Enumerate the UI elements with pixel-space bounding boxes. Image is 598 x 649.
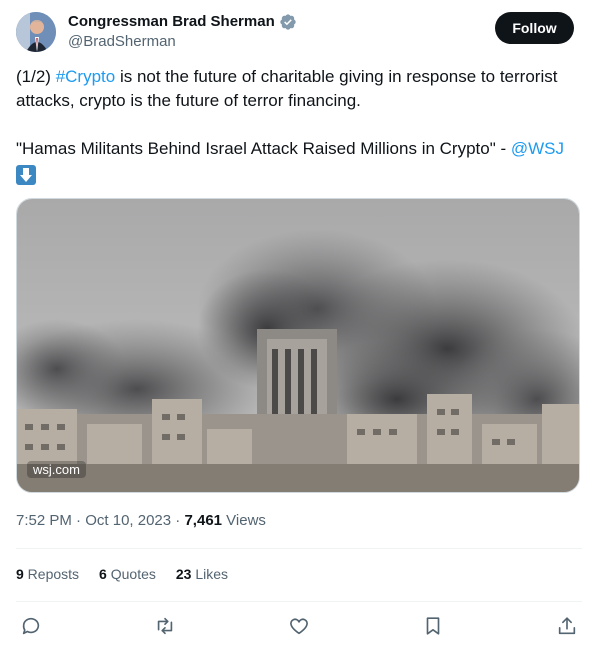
likes-stat[interactable]: 23 Likes <box>176 564 228 584</box>
reply-icon[interactable] <box>17 612 45 640</box>
smoke-city-image <box>17 199 579 492</box>
divider <box>16 548 582 549</box>
tweet-paragraph-1: (1/2) #Crypto is not the future of chari… <box>16 65 586 113</box>
share-icon[interactable] <box>553 612 581 640</box>
quotes-stat[interactable]: 6 Quotes <box>99 564 156 584</box>
likes-label: Likes <box>191 566 229 582</box>
bookmark-icon[interactable] <box>419 612 447 640</box>
hashtag-link[interactable]: #Crypto <box>56 67 116 86</box>
engagement-stats: 9 Reposts 6 Quotes 23 Likes <box>16 564 228 584</box>
tweet-time[interactable]: 7:52 PM <box>16 512 72 529</box>
meta-separator: · <box>171 512 185 529</box>
reposts-label: Reposts <box>23 566 80 582</box>
heart-icon[interactable] <box>285 612 313 640</box>
tweet-paragraph-2: "Hamas Militants Behind Israel Attack Ra… <box>16 137 586 188</box>
tweet-prefix: (1/2) <box>16 67 56 86</box>
tweet-text: (1/2) #Crypto is not the future of chari… <box>16 65 586 188</box>
avatar[interactable] <box>16 12 56 52</box>
mention-link[interactable]: @WSJ <box>511 139 564 158</box>
verified-badge-icon <box>279 13 297 31</box>
quotes-label: Quotes <box>106 566 156 582</box>
likes-count: 23 <box>175 566 192 582</box>
views-count: 7,461 <box>184 512 223 529</box>
repost-icon[interactable] <box>151 612 179 640</box>
action-bar <box>16 612 582 640</box>
reposts-stat[interactable]: 9 Reposts <box>16 564 79 584</box>
author-handle[interactable]: @BradSherman <box>68 32 176 52</box>
reposts-count: 9 <box>16 566 24 582</box>
quote-text: "Hamas Militants Behind Israel Attack Ra… <box>16 139 511 158</box>
author-name[interactable]: Congressman Brad Sherman <box>68 12 275 32</box>
divider <box>16 601 582 602</box>
meta-separator: · <box>71 512 86 529</box>
tweet-meta: 7:52 PM · Oct 10, 2023 · 7,461 Views <box>16 511 266 531</box>
media-card[interactable]: wsj.com <box>16 198 580 493</box>
quotes-count: 6 <box>99 566 107 582</box>
tweet-date[interactable]: Oct 10, 2023 <box>85 512 171 529</box>
media-source-label: wsj.com <box>27 461 86 478</box>
follow-button[interactable]: Follow <box>495 12 574 44</box>
down-arrow-emoji-icon <box>16 165 36 185</box>
views-label: Views <box>222 512 266 529</box>
